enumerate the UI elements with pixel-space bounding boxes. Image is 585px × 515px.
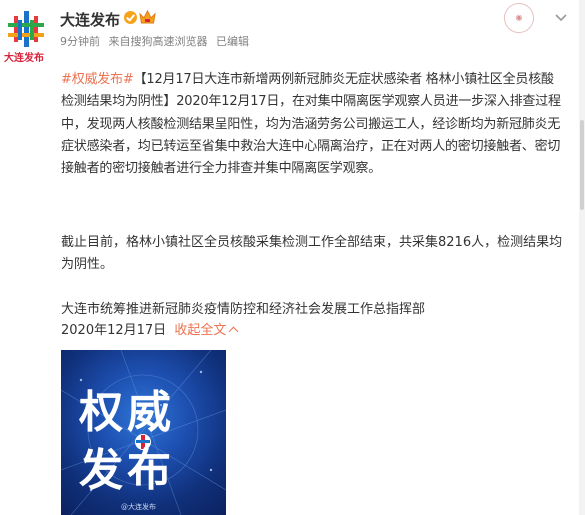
decorative-stamp: ◉ <box>501 0 537 36</box>
vip-crown-icon[interactable] <box>139 10 156 25</box>
post-source[interactable]: 搜狗高速浏览器 <box>131 35 208 48</box>
verified-badge-icon <box>124 11 137 24</box>
collapse-label: 收起全文 <box>174 323 227 338</box>
avatar-label: 大连发布 <box>4 53 44 64</box>
post-signature: 大连市统筹推进新冠肺炎疫情防控和经济社会发展工作总指挥部 <box>61 302 426 317</box>
author-name[interactable]: 大连发布 <box>60 9 120 30</box>
hashtag-link[interactable]: #权威发布# <box>61 72 134 87</box>
post-paragraph-1: 【12月17日大连市新增两例新冠肺炎无症状感染者 格林小镇社区全员核酸检测结果均… <box>61 72 561 177</box>
post-paragraph-2: 截止目前，格林小镇社区全员核酸采集检测工作全部结束，共采集8216人，检测结果均… <box>61 235 563 273</box>
edited-label[interactable]: 已编辑 <box>216 35 249 48</box>
post-image[interactable]: 权威 发布 @大连发布 <box>61 350 226 515</box>
image-title-line-1: 权威 <box>79 387 175 438</box>
post-text: #权威发布#【12月17日大连市新增两例新冠肺炎无症状感染者 格林小镇社区全员核… <box>61 69 566 180</box>
post-time[interactable]: 9分钟前 <box>60 35 100 48</box>
weibo-post: 大连发布 大连发布 9分钟前 来自搜狗高速浏览器 已编辑 ◉ #权威发布#【12… <box>0 0 585 515</box>
chevron-up-icon <box>228 326 239 337</box>
source-prefix: 来自 <box>108 35 131 48</box>
collapse-button[interactable]: 收起全文 <box>174 323 239 338</box>
dalian-logo-icon <box>8 11 44 47</box>
scrollbar[interactable] <box>579 0 585 515</box>
chevron-down-icon[interactable] <box>553 9 569 25</box>
post-date: 2020年12月17日 <box>61 323 167 338</box>
post-dateline: 2020年12月17日 收起全文 <box>61 321 239 341</box>
image-watermark: @大连发布 <box>121 503 156 511</box>
post-meta: 9分钟前 来自搜狗高速浏览器 已编辑 <box>60 33 254 49</box>
image-title-line-2: 发布 <box>79 445 175 496</box>
